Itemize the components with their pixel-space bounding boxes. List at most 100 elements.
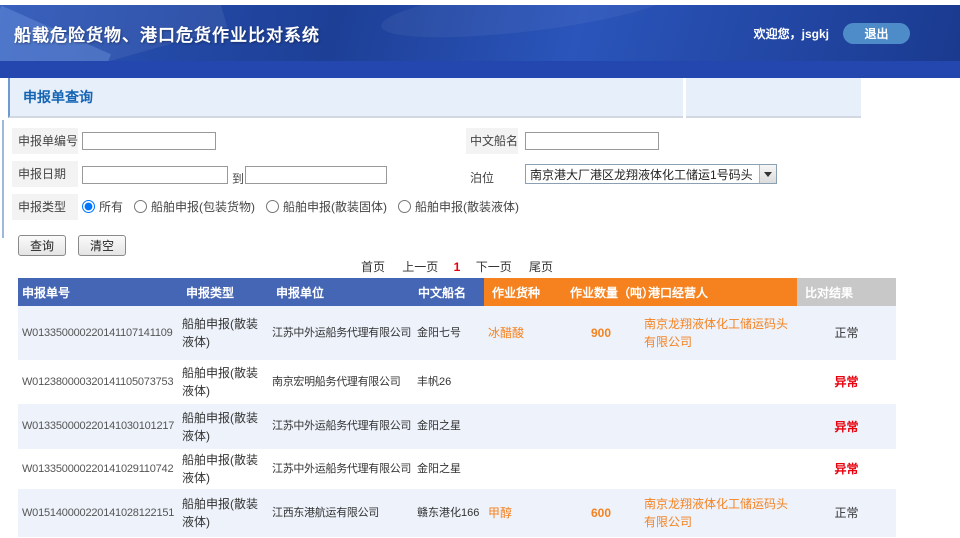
cell-result: 正常 — [797, 306, 896, 360]
ship-name-label: 中文船名 — [466, 128, 518, 154]
radio-label: 船舶申报(包装货物) — [151, 198, 255, 215]
radio-label: 船舶申报(散装液体) — [415, 198, 519, 215]
content-left-border — [2, 120, 4, 238]
cell-ship-name: 金阳七号 — [413, 306, 484, 360]
cell-declaration-no: W013350000220141030101217 — [18, 404, 178, 449]
declaration-no-input[interactable] — [82, 132, 216, 150]
table-row: W013350000220141029110742船舶申报(散装液体)江苏中外运… — [18, 449, 896, 489]
tab-band-secondary — [686, 78, 861, 118]
berth-selected-value: 南京港大厂港区龙翔液体化工储运1号码头 — [526, 166, 759, 183]
cell-cargo-type: 冰醋酸 — [484, 306, 562, 360]
col-header-declaration-no: 申报单号 — [18, 278, 178, 306]
cell-cargo-type: 甲醇 — [484, 489, 562, 537]
cell-declare-type: 船舶申报(散装液体) — [178, 404, 268, 449]
cell-quantity — [562, 404, 640, 449]
nav-bar — [0, 61, 960, 78]
pagination-first[interactable]: 首页 — [361, 260, 385, 274]
cell-port-operator: 南京龙翔液体化工储运码头有限公司 — [640, 489, 797, 537]
cell-ship-name: 金阳之星 — [413, 449, 484, 489]
col-header-declare-unit: 申报单位 — [268, 278, 413, 306]
pagination-current-page: 1 — [454, 260, 461, 274]
col-header-quantity: 作业数量（吨） — [562, 278, 640, 306]
radio-label: 船舶申报(散装固体) — [283, 198, 387, 215]
radio-input[interactable] — [82, 200, 95, 213]
app-title: 船载危险货物、港口危货作业比对系统 — [0, 21, 320, 46]
cell-quantity: 600 — [562, 489, 640, 537]
cell-ship-name: 丰帆26 — [413, 360, 484, 404]
cell-declare-unit: 江苏中外运船务代理有限公司 — [268, 404, 413, 449]
cell-result: 异常 — [797, 404, 896, 449]
cell-declare-unit: 江苏中外运船务代理有限公司 — [268, 449, 413, 489]
header-user-area: 欢迎您，jsgkj 退出 — [754, 5, 910, 61]
cell-ship-name: 金阳之星 — [413, 404, 484, 449]
clear-button[interactable]: 清空 — [78, 235, 126, 256]
pagination-next[interactable]: 下一页 — [476, 260, 512, 274]
col-header-result: 比对结果 — [797, 278, 896, 306]
col-header-port-operator: 港口经营人 — [640, 278, 797, 306]
declare-type-option-2[interactable]: 船舶申报(散装固体) — [266, 198, 387, 215]
declare-type-options: 所有 船舶申报(包装货物) 船舶申报(散装固体) 船舶申报(散装液体) — [82, 198, 519, 215]
pagination: 首页 上一页 1 下一页 尾页 — [18, 258, 896, 275]
cell-cargo-type — [484, 404, 562, 449]
cell-declaration-no: W013350000220141029110742 — [18, 449, 178, 489]
cell-result: 异常 — [797, 449, 896, 489]
tab-label: 申报单查询 — [10, 87, 93, 107]
radio-input[interactable] — [266, 200, 279, 213]
cell-quantity — [562, 360, 640, 404]
cell-cargo-type — [484, 449, 562, 489]
cell-declaration-no: W012380000320141105073753 — [18, 360, 178, 404]
cell-port-operator — [640, 449, 797, 489]
table-row: W015140000220141028122151船舶申报(散装液体)江西东港航… — [18, 489, 896, 537]
cell-declare-unit: 南京宏明船务代理有限公司 — [268, 360, 413, 404]
cell-declare-type: 船舶申报(散装液体) — [178, 306, 268, 360]
results-table: 申报单号 申报类型 申报单位 中文船名 作业货种 作业数量（吨） 港口经营人 比… — [18, 278, 896, 537]
app-header: 船载危险货物、港口危货作业比对系统 欢迎您，jsgkj 退出 — [0, 5, 960, 61]
date-to-input[interactable] — [245, 166, 387, 184]
query-button[interactable]: 查询 — [18, 235, 66, 256]
pagination-prev[interactable]: 上一页 — [402, 260, 438, 274]
cell-declare-unit: 江苏中外运船务代理有限公司 — [268, 306, 413, 360]
cell-quantity: 900 — [562, 306, 640, 360]
table-row: W013350000220141030101217船舶申报(散装液体)江苏中外运… — [18, 404, 896, 449]
cell-declare-type: 船舶申报(散装液体) — [178, 489, 268, 537]
cell-declare-type: 船舶申报(散装液体) — [178, 360, 268, 404]
date-from-input[interactable] — [82, 166, 228, 184]
berth-select[interactable]: 南京港大厂港区龙翔液体化工储运1号码头 — [525, 164, 777, 184]
declare-type-option-3[interactable]: 船舶申报(散装液体) — [398, 198, 519, 215]
table-header-row: 申报单号 申报类型 申报单位 中文船名 作业货种 作业数量（吨） 港口经营人 比… — [18, 278, 896, 306]
cell-cargo-type — [484, 360, 562, 404]
radio-input[interactable] — [134, 200, 147, 213]
declare-type-option-0[interactable]: 所有 — [82, 198, 123, 215]
declare-date-label: 申报日期 — [12, 161, 78, 187]
cell-result: 异常 — [797, 360, 896, 404]
welcome-text: 欢迎您，jsgkj — [754, 25, 829, 42]
ship-name-input[interactable] — [525, 132, 659, 150]
declare-type-label: 申报类型 — [12, 194, 78, 220]
page: 船载危险货物、港口危货作业比对系统 欢迎您，jsgkj 退出 申报单查询 申报单… — [0, 0, 960, 538]
cell-port-operator: 南京龙翔液体化工储运码头有限公司 — [640, 306, 797, 360]
col-header-cargo-type: 作业货种 — [484, 278, 562, 306]
cell-declaration-no: W013350000220141107141109 — [18, 306, 178, 360]
radio-input[interactable] — [398, 200, 411, 213]
banner-decoration — [378, 5, 681, 49]
berth-label: 泊位 — [470, 169, 494, 186]
chevron-down-icon[interactable] — [759, 165, 776, 183]
col-header-declare-type: 申报类型 — [178, 278, 268, 306]
cell-quantity — [562, 449, 640, 489]
results-table-body: W013350000220141107141109船舶申报(散装液体)江苏中外运… — [18, 306, 896, 537]
table-row: W012380000320141105073753船舶申报(散装液体)南京宏明船… — [18, 360, 896, 404]
pagination-last[interactable]: 尾页 — [529, 260, 553, 274]
declare-type-option-1[interactable]: 船舶申报(包装货物) — [134, 198, 255, 215]
col-header-ship-name: 中文船名 — [413, 278, 484, 306]
radio-label: 所有 — [99, 198, 123, 215]
cell-declare-type: 船舶申报(散装液体) — [178, 449, 268, 489]
cell-declaration-no: W015140000220141028122151 — [18, 489, 178, 537]
declaration-no-label: 申报单编号 — [12, 128, 78, 154]
table-row: W013350000220141107141109船舶申报(散装液体)江苏中外运… — [18, 306, 896, 360]
tab-declaration-query[interactable]: 申报单查询 — [8, 78, 683, 118]
cell-port-operator — [640, 360, 797, 404]
cell-port-operator — [640, 404, 797, 449]
cell-result: 正常 — [797, 489, 896, 537]
logout-button[interactable]: 退出 — [843, 23, 910, 44]
cell-declare-unit: 江西东港航运有限公司 — [268, 489, 413, 537]
